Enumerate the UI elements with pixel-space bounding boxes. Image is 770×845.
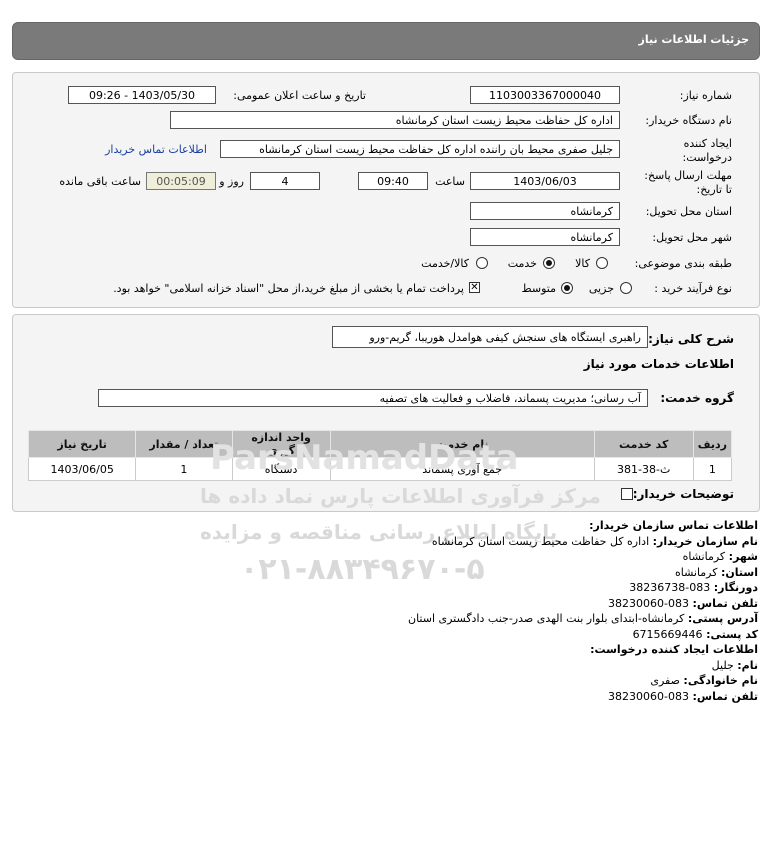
services-section-title: اطلاعات خدمات مورد نیاز (583, 357, 734, 371)
contact-province: استان: کرمانشاه (674, 565, 758, 579)
service-group-field: آب رسانی؛ مدیریت پسماند، فاضلاب و فعالیت… (98, 389, 648, 407)
need-number-label: شماره نیاز: (679, 89, 732, 102)
delivery-province-field: کرمانشاه (470, 202, 620, 220)
days-label: روز و (219, 175, 244, 188)
creator-name-value: جلیل (711, 658, 734, 672)
delivery-city-field: کرمانشاه (470, 228, 620, 246)
contact-phone: تلفن تماس: 083-38230060 (608, 596, 758, 610)
treasury-bonds-checkbox[interactable]: ✕ (469, 282, 480, 293)
process-minor-radio[interactable] (620, 282, 632, 294)
creator-family-value: صفری (650, 674, 680, 687)
contact-phone-value: 083-38230060 (608, 596, 690, 610)
col-code-header: کد خدمت (593, 430, 694, 458)
watermark-brand: ParsNamadData (210, 438, 519, 478)
contact-city-value: کرمانشاه (682, 550, 726, 563)
page-title: جزئیات اطلاعات نیاز (638, 33, 750, 46)
category-service-label: خدمت (507, 257, 537, 270)
announce-date-label: تاریخ و ساعت اعلان عمومی: (233, 89, 366, 102)
deadline-time-label: ساعت (435, 175, 465, 188)
remaining-time-label: ساعت باقی مانده (59, 175, 141, 188)
deadline-time-field: 09:40 (358, 172, 428, 190)
buyer-org-field: اداره کل حفاظت محیط زیست استان کرمانشاه (170, 111, 620, 129)
col-date-header: تاریخ نیاز (27, 430, 137, 458)
contact-fax-value: 083-38236738 (629, 581, 711, 594)
delivery-city-label: شهر محل تحویل: (652, 231, 732, 244)
category-goods-service-radio[interactable] (476, 257, 488, 269)
contact-address-value: کرمانشاه-ابتدای بلوار بنت الهدی صدر-جنب … (407, 612, 685, 625)
treasury-bonds-note: پرداخت تمام یا بخشی از مبلغ خرید،از محل … (113, 282, 464, 295)
creator-label-line2: درخواست: (682, 151, 732, 164)
need-details-panel (12, 72, 760, 308)
page-header: جزئیات اطلاعات نیاز (12, 22, 760, 60)
process-medium-radio[interactable] (561, 282, 573, 294)
contact-postal-value: 6715669446 (632, 627, 703, 641)
buyer-notes-checkbox[interactable] (621, 488, 633, 500)
creator-field: جلیل صفری محیط بان راننده اداره کل حفاظت… (220, 140, 620, 158)
process-medium-label: متوسط (521, 282, 556, 295)
contact-city: شهر: کرمانشاه (682, 550, 758, 563)
creator-phone: تلفن تماس: 083-38230060 (608, 689, 758, 703)
process-minor-label: جزیی (588, 282, 614, 295)
contact-address: آدرس پستی: کرمانشاه-ابتدای بلوار بنت اله… (407, 612, 758, 625)
cell-service-code: ث-38-381 (593, 457, 694, 481)
category-label: طبقه بندی موضوعی: (634, 257, 732, 270)
contact-fax: دورنگار: 083-38236738 (629, 581, 758, 594)
watermark-line1: مرکز فرآوری اطلاعات پارس نماد داده ها (200, 484, 601, 508)
contact-postal: کد پستی: 6715669446 (632, 627, 758, 641)
need-description-field: راهبری ایستگاه های سنجش کیفی هوامدل هوری… (332, 326, 648, 348)
purchase-process-label: نوع فرآیند خرید : (654, 282, 732, 295)
creator-name: نام: جلیل (711, 658, 758, 672)
contact-info: اطلاعات تماس سازمان خریدار: نام سازمان خ… (18, 518, 758, 704)
contact-org-value: اداره کل حفاظت محیط زیست استان کرمانشاه (431, 534, 650, 548)
deadline-label-line1: مهلت ارسال پاسخ: (644, 169, 732, 182)
announce-date-field: 1403/05/30 - 09:26 (68, 86, 216, 104)
buyer-notes-label: توضیحات خریدار: (632, 487, 734, 501)
creator-phone-value: 083-38230060 (608, 689, 690, 703)
creator-family: نام خانوادگی: صفری (650, 674, 758, 687)
service-group-label: گروه خدمت: (660, 391, 734, 405)
need-number-field: 1103003367000040 (470, 86, 620, 104)
contact-province-value: کرمانشاه (674, 565, 718, 579)
days-field: 4 (250, 172, 320, 190)
contact-org: نام سازمان خریدار: اداره کل حفاظت محیط ز… (431, 534, 758, 548)
category-service-radio[interactable] (543, 257, 555, 269)
remaining-time-field: 00:05:09 (146, 172, 216, 190)
delivery-province-label: استان محل تحویل: (645, 205, 732, 218)
category-goods-label: کالا (575, 257, 590, 270)
creator-title: اطلاعات ایجاد کننده درخواست: (590, 643, 758, 656)
buyer-org-label: نام دستگاه خریدار: (645, 114, 732, 127)
deadline-date-field: 1403/06/03 (470, 172, 620, 190)
deadline-label-line2: تا تاریخ: (696, 183, 732, 196)
category-goods-radio[interactable] (596, 257, 608, 269)
need-description-label: شرح کلی نیاز: (648, 332, 734, 346)
category-goods-service-label: کالا/خدمت (421, 257, 469, 270)
creator-label-line1: ایجاد کننده (683, 137, 732, 150)
contact-title: اطلاعات تماس سازمان خریدار: (589, 519, 758, 532)
col-row-header: ردیف (692, 430, 733, 458)
cell-need-date: 1403/06/05 (27, 457, 137, 481)
buyer-contact-link[interactable]: اطلاعات تماس خریدار (105, 143, 207, 156)
cell-row-number: 1 (692, 457, 733, 481)
